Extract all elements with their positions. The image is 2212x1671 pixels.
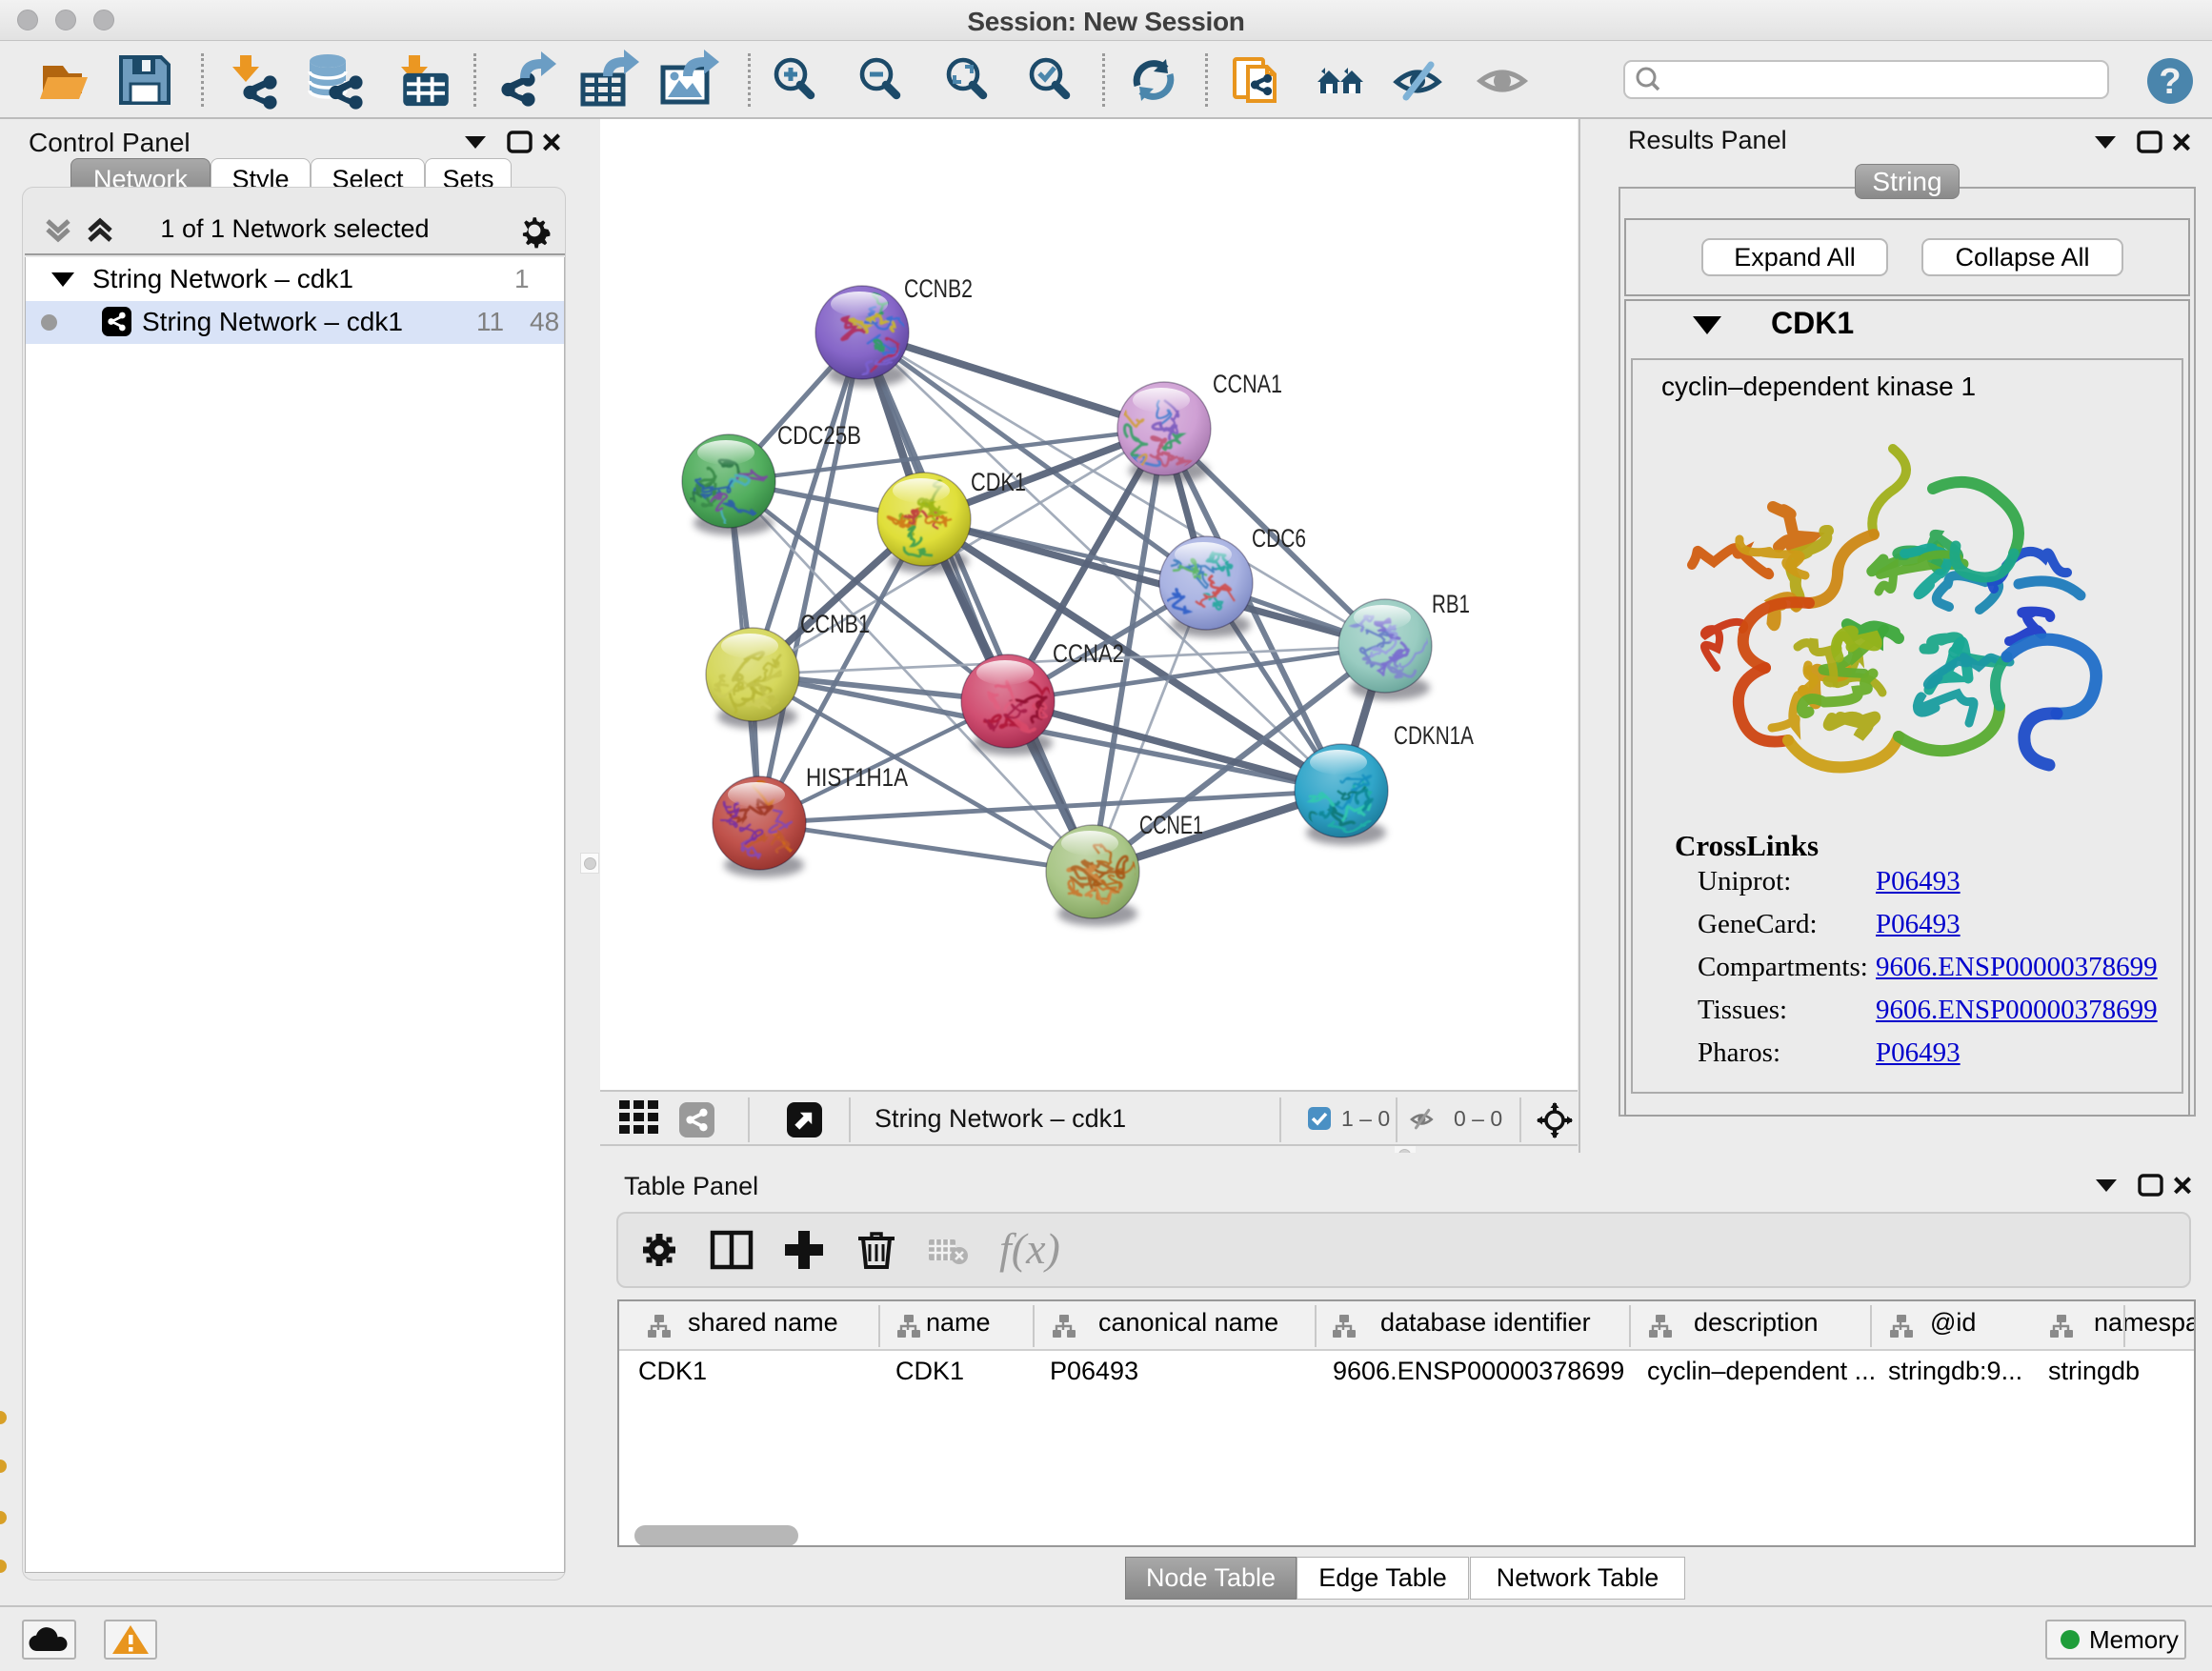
svg-text:f(x): f(x) xyxy=(999,1224,1060,1273)
svg-text:HIST1H1A: HIST1H1A xyxy=(806,763,908,792)
svg-text:RB1: RB1 xyxy=(1432,590,1470,618)
svg-text:CDK1: CDK1 xyxy=(971,468,1026,496)
svg-text:CDC25B: CDC25B xyxy=(777,421,861,450)
svg-text:CDC6: CDC6 xyxy=(1252,524,1306,553)
svg-text:CCNA2: CCNA2 xyxy=(1053,639,1124,668)
svg-text:CCNB2: CCNB2 xyxy=(904,274,973,303)
svg-text:CCNE1: CCNE1 xyxy=(1139,811,1203,839)
svg-text:CDKN1A: CDKN1A xyxy=(1394,721,1474,750)
svg-text:?: ? xyxy=(2159,62,2181,102)
svg-text:CCNB1: CCNB1 xyxy=(800,610,870,638)
svg-text:CCNA1: CCNA1 xyxy=(1213,370,1282,398)
